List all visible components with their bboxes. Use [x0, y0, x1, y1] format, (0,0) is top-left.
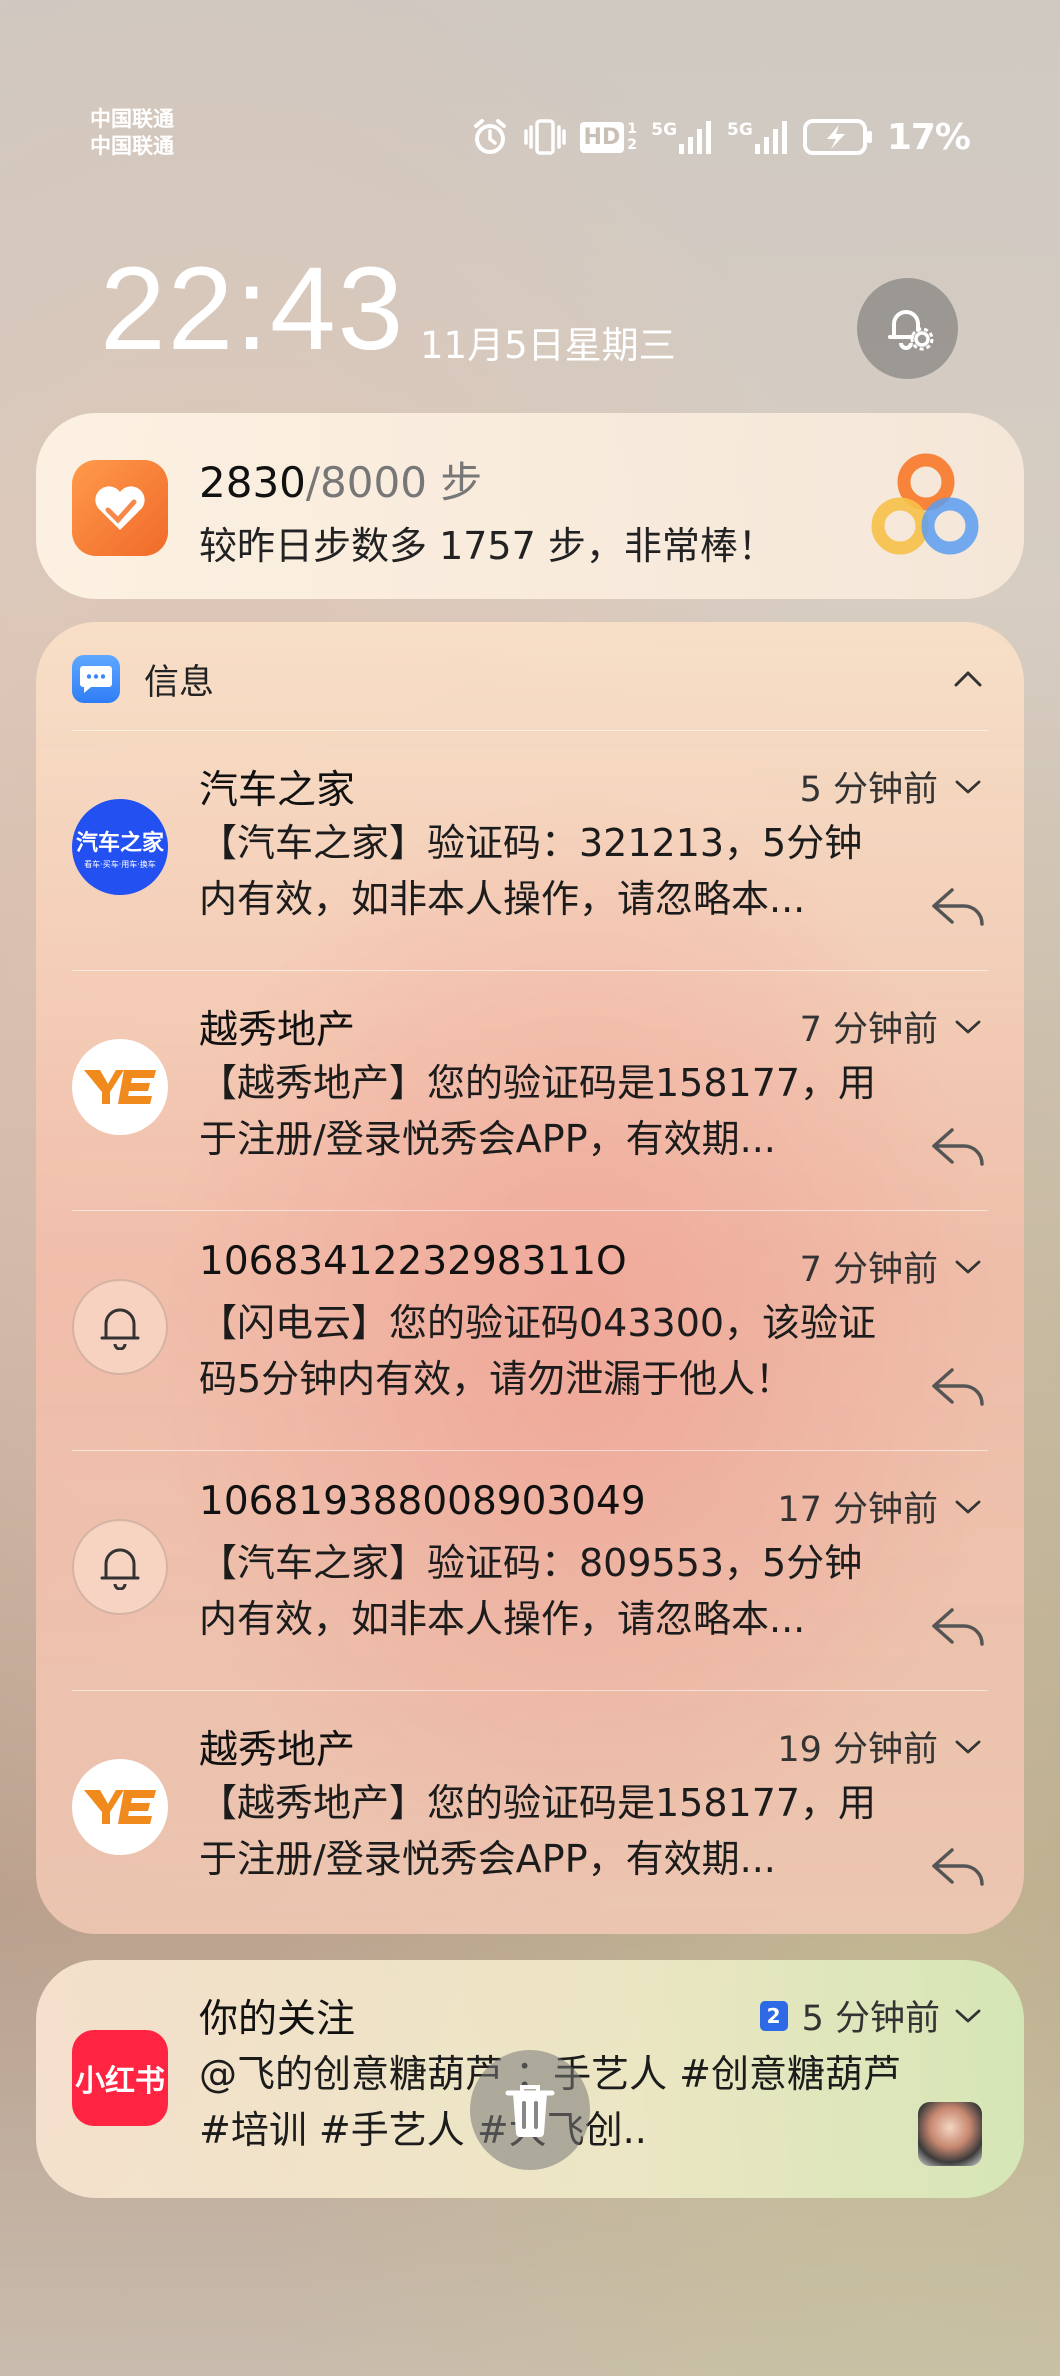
message-notification[interactable]: 越秀地产 19 分钟前 【越秀地产】您的验证码是158177，用于注册/登录悦秀…	[72, 1690, 988, 1930]
message-notification[interactable]: 汽车之家 看车·买车·用车·换车 汽车之家 5 分钟前 【汽车之家】验证码：32…	[72, 730, 988, 970]
alarm-icon	[470, 117, 510, 157]
message-body: 【闪电云】您的验证码043300，该验证码5分钟内有效，请勿泄漏于他人！	[199, 1301, 877, 1401]
sim1-net-label: 5G	[651, 120, 678, 140]
message-time-text: 19 分钟前	[777, 1730, 938, 1770]
xiaohongshu-app-icon: 小红书	[72, 2030, 168, 2126]
lock-date: 11月5日星期三	[420, 324, 676, 367]
reply-button[interactable]	[928, 1603, 988, 1653]
autohome-logo-text: 汽车之家	[75, 830, 164, 856]
lock-time: 22:43	[100, 243, 406, 375]
carrier-sim1: 中国联通	[90, 107, 174, 131]
bell-avatar	[72, 1519, 168, 1615]
bell-settings-icon	[880, 299, 936, 359]
messages-notification-group: 信息 汽车之家 看车·买车·用车·换车 汽车之家 5 分钟前 【汽车之家】验证码…	[36, 622, 1024, 1934]
collapse-group-button[interactable]	[948, 659, 988, 699]
steps-value: 2830	[199, 458, 306, 507]
reply-button[interactable]	[928, 1123, 988, 1173]
signal-icon: 5G	[727, 120, 789, 154]
chevron-down-icon[interactable]	[954, 2008, 982, 2024]
post-thumbnail	[918, 2102, 982, 2166]
message-body: 【越秀地产】您的验证码是158177，用于注册/登录悦秀会APP，有效期...	[199, 1781, 877, 1881]
hd-sub: 1 2	[627, 121, 637, 153]
carrier-info: 中国联通 中国联通	[90, 106, 174, 160]
message-notification[interactable]: 1068341223298311O 7 分钟前 【闪电云】您的验证码043300…	[72, 1210, 988, 1450]
follow-time: 2 5 分钟前	[759, 1990, 982, 2041]
message-body: 【越秀地产】您的验证码是158177，用于注册/登录悦秀会APP，有效期...	[199, 1061, 877, 1161]
message-time: 17 分钟前	[777, 1481, 982, 1532]
hd-label: HD	[579, 121, 625, 153]
message-sender: 1068341223298311O	[199, 1239, 627, 1284]
messages-group-header[interactable]: 信息	[72, 654, 988, 704]
sim2-net-label: 5G	[727, 120, 753, 140]
steps-count: 2830/8000 步	[199, 449, 482, 510]
message-time: 7 分钟前	[800, 1241, 982, 1292]
reply-icon	[932, 1848, 984, 1886]
activity-rings-icon	[864, 446, 988, 570]
message-time: 7 分钟前	[800, 1001, 982, 1052]
reply-icon	[932, 1128, 984, 1166]
yuexiu-logo-icon	[84, 1070, 156, 1104]
battery-charging-icon	[802, 119, 873, 155]
message-time-text: 7 分钟前	[799, 1010, 938, 1050]
message-sender: 越秀地产	[199, 1008, 356, 1053]
message-sender: 汽车之家	[199, 768, 356, 813]
signal-icon: 5G	[651, 120, 713, 154]
bell-avatar	[72, 1279, 168, 1375]
hd-icon: HD 1 2	[579, 121, 638, 153]
message-notification[interactable]: 10681938800890304​9 17 分钟前 【汽车之家】验证码：809…	[72, 1450, 988, 1690]
message-sender: 10681938800890304​9	[199, 1479, 646, 1524]
messages-app-icon	[72, 655, 120, 703]
count-badge: 2	[759, 2000, 788, 2031]
yuexiu-avatar	[72, 1759, 168, 1855]
status-icons: HD 1 2 5G 5G 17%	[470, 114, 971, 160]
messages-app-name: 信息	[144, 662, 215, 703]
trash-icon	[505, 2085, 555, 2137]
reply-button[interactable]	[928, 883, 988, 933]
message-time-text: 17 分钟前	[777, 1490, 938, 1530]
chevron-down-icon[interactable]	[954, 1259, 982, 1275]
battery-percent: 17%	[886, 116, 971, 158]
chevron-down-icon[interactable]	[954, 1019, 982, 1035]
yuexiu-avatar	[72, 1039, 168, 1135]
follow-time-text: 5 分钟前	[801, 1999, 940, 2039]
message-time-text: 5 分钟前	[799, 770, 938, 810]
steps-message: 较昨日步数多 1757 步，非常棒！	[199, 524, 776, 568]
autohome-avatar: 汽车之家 看车·买车·用车·换车	[72, 799, 168, 895]
chevron-up-icon	[954, 671, 982, 687]
bell-icon	[100, 1308, 140, 1350]
message-notification[interactable]: 越秀地产 7 分钟前 【越秀地产】您的验证码是158177，用于注册/登录悦秀会…	[72, 970, 988, 1210]
chevron-down-icon[interactable]	[954, 779, 982, 795]
message-time: 5 分钟前	[800, 761, 982, 812]
message-body: 【汽车之家】验证码：809553，5分钟内有效，如非本人操作，请忽略本...	[199, 1541, 863, 1641]
health-app-icon	[72, 460, 168, 556]
autohome-logo-sub: 看车·买车·用车·换车	[84, 859, 156, 869]
follow-title: 你的关注	[199, 1997, 356, 2042]
chevron-down-icon[interactable]	[954, 1739, 982, 1755]
notification-settings-button[interactable]	[857, 278, 958, 379]
bell-icon	[100, 1548, 140, 1590]
reply-button[interactable]	[928, 1363, 988, 1413]
chevron-down-icon[interactable]	[954, 1499, 982, 1515]
reply-icon	[932, 888, 984, 926]
reply-icon	[932, 1608, 984, 1646]
reply-icon	[932, 1368, 984, 1406]
health-steps-notification[interactable]: 2830/8000 步 较昨日步数多 1757 步，非常棒！	[36, 413, 1024, 599]
message-time-text: 7 分钟前	[799, 1250, 938, 1290]
clear-all-button[interactable]	[470, 2050, 590, 2170]
yuexiu-logo-icon	[84, 1790, 156, 1824]
message-body: 【汽车之家】验证码：321213，5分钟内有效，如非本人操作，请忽略本...	[199, 821, 863, 921]
carrier-sim2: 中国联通	[90, 134, 174, 158]
vibrate-icon	[523, 117, 566, 157]
message-time: 19 分钟前	[777, 1721, 982, 1772]
steps-goal: /8000 步	[305, 458, 483, 507]
reply-button[interactable]	[928, 1843, 988, 1893]
message-sender: 越秀地产	[199, 1728, 356, 1773]
